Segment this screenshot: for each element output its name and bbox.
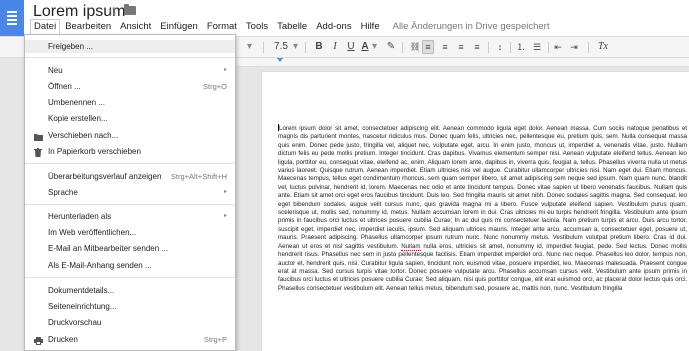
menu-item-open[interactable]: Öffnen ... Strg+O (25, 80, 235, 93)
menu-item-download-as[interactable]: Herunterladen als ▸ (25, 210, 235, 223)
align-justify-icon[interactable]: ≡ (471, 40, 483, 54)
bold-button[interactable]: B (314, 40, 324, 54)
menu-item-email-collaborators[interactable]: E-Mail an Mitbearbeiter senden ... (25, 242, 235, 255)
menu-item-document-details[interactable]: Dokumentdetails... (25, 284, 235, 297)
document-page[interactable]: Lorem ipsum dolor sit amet, consectetuer… (262, 72, 689, 351)
font-size-select[interactable]: 7.5 (274, 40, 288, 54)
menu-item-publish[interactable]: Im Web veröffentlichen... (25, 226, 235, 239)
menu-bearbeiten[interactable]: Bearbeiten (61, 19, 115, 34)
clear-formatting-button[interactable]: Tx (596, 40, 610, 54)
trash-icon (34, 148, 42, 161)
body-text-start: Lorem ipsum dolor sit amet, consectetuer… (278, 125, 687, 250)
align-left-icon[interactable]: ≡ (422, 40, 434, 54)
font-size-dropdown-icon[interactable]: ▾ (293, 40, 298, 54)
menu-item-trash[interactable]: In Papierkorb verschieben (25, 145, 235, 158)
text-color-dropdown-icon[interactable]: ▾ (372, 40, 377, 54)
italic-button[interactable]: I (330, 40, 340, 54)
star-icon[interactable]: ☆ (107, 3, 120, 20)
align-center-icon[interactable]: ≡ (439, 40, 451, 54)
submenu-arrow-icon: ▸ (223, 189, 227, 195)
menu-einfuegen[interactable]: Einfügen (156, 19, 202, 34)
document-body[interactable]: Lorem ipsum dolor sit amet, consectetuer… (278, 124, 687, 293)
menu-item-new[interactable]: Neu ▸ (25, 64, 235, 77)
menu-item-move[interactable]: Verschieben nach... (25, 129, 235, 142)
menu-tools[interactable]: Tools (242, 19, 272, 34)
menu-item-rename[interactable]: Umbenennen ... (25, 96, 235, 109)
docs-window: Lorem ipsum ☆ Datei Bearbeiten Ansicht E… (0, 0, 689, 351)
title-bar: Lorem ipsum ☆ Datei Bearbeiten Ansicht E… (0, 0, 689, 36)
menu-item-page-setup[interactable]: Seiteneinrichtung... (25, 300, 235, 313)
menu-format[interactable]: Format (203, 19, 241, 34)
menu-item-revision-history[interactable]: Überarbeitungsverlauf anzeigen Strg+Alt+S… (25, 170, 235, 183)
file-menu: Freigeben ... Neu ▸ Öffnen ... Strg+O Umbe… (24, 34, 236, 351)
bullet-list-icon[interactable]: ☰ (531, 40, 543, 54)
misspelled-word[interactable]: Nullam (401, 242, 421, 251)
folder-move-icon (34, 132, 43, 145)
submenu-arrow-icon: ▸ (223, 67, 227, 73)
decrease-indent-icon[interactable]: ⇤ (552, 40, 564, 54)
ruler[interactable] (236, 58, 689, 67)
menu-item-print[interactable]: Drucken Strg+P (25, 333, 235, 346)
docs-logo-icon[interactable] (0, 0, 24, 36)
menu-item-share[interactable]: Freigeben ... (25, 40, 235, 53)
save-status[interactable]: Alle Änderungen in Drive gespeichert (389, 19, 554, 34)
highlight-icon[interactable]: ✎ (386, 40, 396, 54)
printer-icon (34, 336, 43, 349)
align-right-icon[interactable]: ≡ (455, 40, 467, 54)
menu-item-copy[interactable]: Kopie erstellen... (25, 112, 235, 125)
menu-tabelle[interactable]: Tabelle (273, 19, 311, 34)
numbered-list-icon[interactable]: ⒈ (515, 40, 527, 54)
left-indent-marker[interactable] (277, 58, 283, 62)
increase-indent-icon[interactable]: ⇥ (568, 40, 580, 54)
underline-button[interactable]: U (346, 40, 356, 54)
submenu-arrow-icon: ▸ (223, 213, 227, 219)
menu-item-print-preview[interactable]: Druckvorschau (25, 316, 235, 329)
menu-addons[interactable]: Add-ons (312, 19, 355, 34)
line-spacing-icon[interactable]: ↕ (494, 40, 506, 54)
menu-ansicht[interactable]: Ansicht (116, 19, 155, 34)
chevron-down-icon[interactable]: ▾ (247, 40, 252, 54)
menu-hilfe[interactable]: Hilfe (357, 19, 384, 34)
text-color-button[interactable]: A (360, 40, 370, 54)
menu-bar: Datei Bearbeiten Ansicht Einfügen Format… (30, 19, 554, 34)
menu-item-email-attachment[interactable]: Als E-Mail-Anhang senden ... (25, 259, 235, 272)
body-text-end: nulla eros, ultricies sit amet, nonummy … (278, 242, 687, 292)
folder-icon[interactable] (124, 4, 136, 15)
menu-datei[interactable]: Datei (30, 19, 61, 34)
menu-item-language[interactable]: Sprache ▸ (25, 186, 235, 199)
